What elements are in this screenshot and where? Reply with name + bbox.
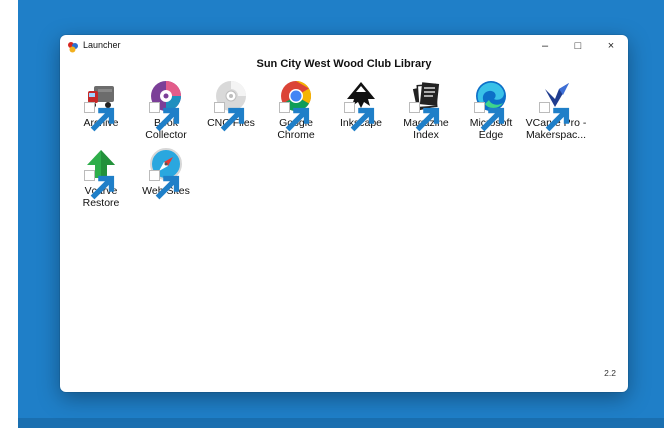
taskbar-edge	[18, 418, 664, 428]
launcher-app-icon	[67, 40, 79, 53]
shortcut-arrow-icon	[539, 102, 570, 132]
shortcut-arrow-icon	[409, 102, 440, 132]
shortcut-arrow-icon	[279, 102, 310, 132]
shortcut-inkscape[interactable]: Inkscape	[328, 79, 394, 132]
shortcut-arrow-icon	[149, 102, 180, 132]
close-button[interactable]: ×	[596, 35, 626, 57]
window-title: Launcher	[83, 40, 121, 50]
shortcut-vcarve-restore[interactable]: Vcarve Restore	[68, 147, 134, 209]
title-bar[interactable]: Launcher – □ ×	[60, 35, 628, 57]
shortcut-microsoft-edge[interactable]: Microsoft Edge	[458, 79, 524, 141]
shortcut-magazine-index[interactable]: Magazine Index	[393, 79, 459, 141]
shortcut-cnc-files[interactable]: CNC Files	[198, 79, 264, 132]
shortcut-google-chrome[interactable]: Google Chrome	[263, 79, 329, 141]
shortcut-arrow-icon	[84, 102, 115, 132]
maximize-button[interactable]: □	[563, 35, 593, 57]
library-heading: Sun City West Wood Club Library	[256, 58, 432, 70]
shortcut-arrow-icon	[214, 102, 245, 132]
shortcut-archive[interactable]: Archive	[68, 79, 134, 132]
minimize-button[interactable]: –	[530, 35, 560, 57]
version-label: 2.2	[604, 368, 616, 378]
left-edge	[0, 0, 18, 428]
shortcut-vcarve-pro[interactable]: VCarve Pro - Makerspac...	[523, 79, 589, 141]
shortcut-book-collector[interactable]: Book Collector	[133, 79, 199, 141]
shortcut-web-sites[interactable]: Web Sites	[133, 147, 199, 200]
shortcut-arrow-icon	[344, 102, 375, 132]
launcher-window: Launcher – □ × Sun City West Wood Club L…	[60, 35, 628, 392]
shortcut-arrow-icon	[84, 170, 115, 200]
shortcut-arrow-icon	[149, 170, 180, 200]
shortcut-arrow-icon	[474, 102, 505, 132]
